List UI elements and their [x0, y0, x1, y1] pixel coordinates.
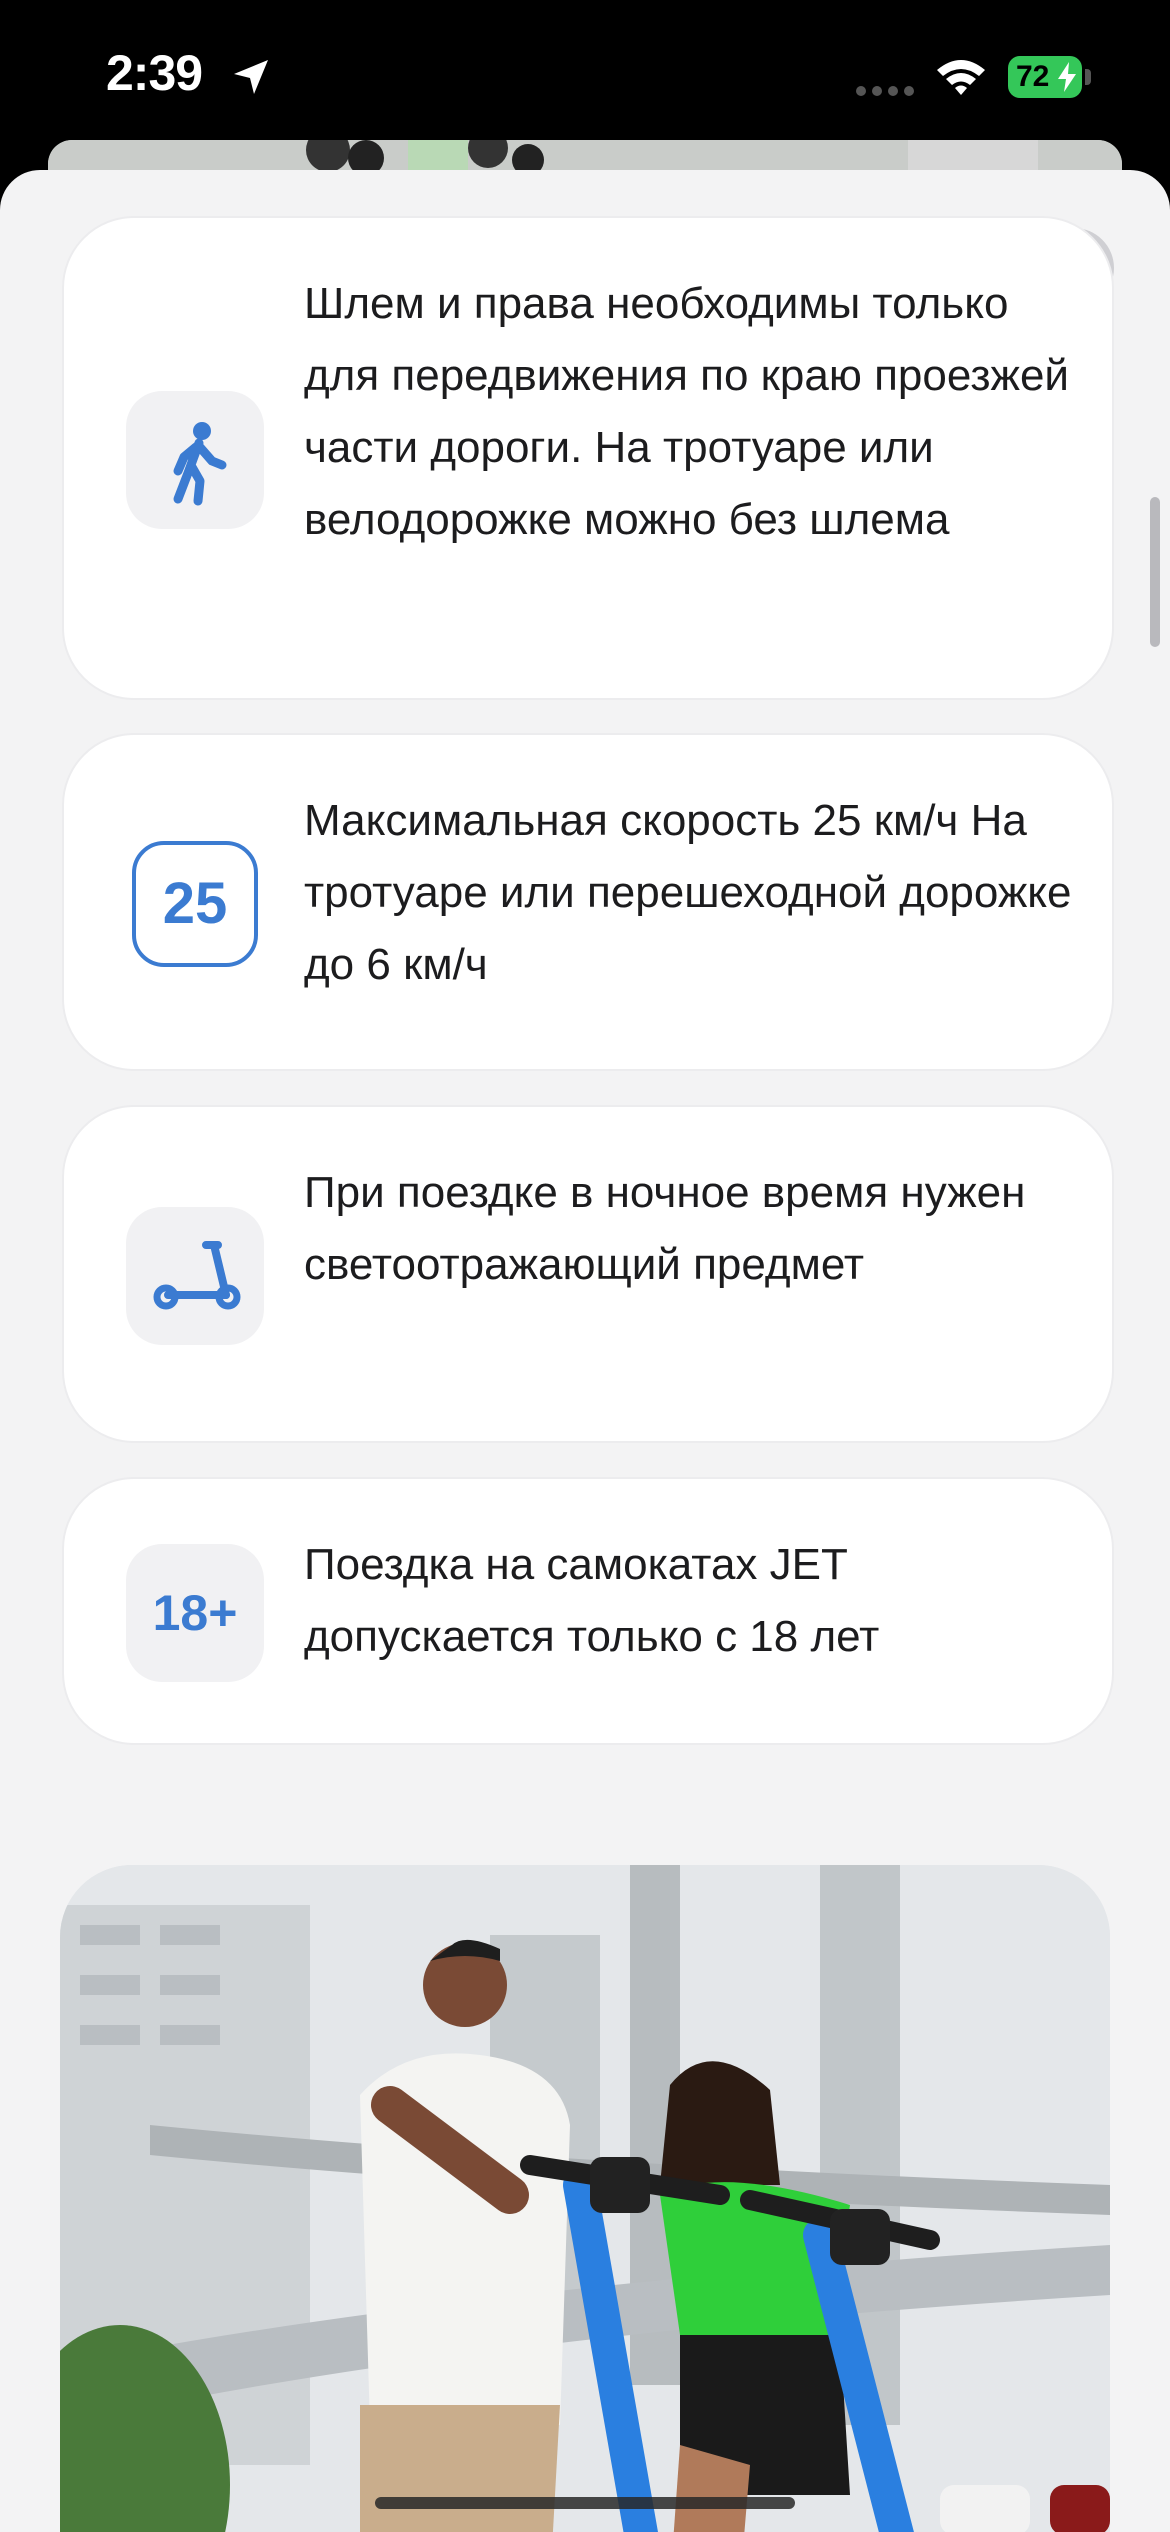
- cellular-signal-icon: [856, 86, 914, 96]
- icon-container: [126, 1207, 264, 1345]
- icon-container: [126, 391, 264, 529]
- rule-card-speed: 25 Максимальная скорость 25 км/ч На трот…: [62, 733, 1114, 1071]
- rule-card-helmet: Шлем и права необходимы только для перед…: [62, 216, 1114, 700]
- status-time: 2:39: [106, 45, 203, 101]
- home-indicator[interactable]: [375, 2497, 795, 2509]
- location-arrow-icon: [234, 60, 268, 94]
- charging-bolt-icon: [1058, 62, 1076, 92]
- age-limit-badge: 18+: [152, 1585, 238, 1641]
- scroll-indicator[interactable]: [1150, 497, 1160, 647]
- battery-tip: [1085, 69, 1091, 85]
- rule-text: При поездке в ночное время нужен светоот…: [304, 1168, 1026, 1289]
- speed-limit-badge: 25: [132, 841, 258, 967]
- rule-text: Поездка на самокатах JET допускается тол…: [304, 1540, 880, 1661]
- status-bar: 2:39 72: [0, 0, 1170, 150]
- promo-photo: [60, 1865, 1110, 2532]
- icon-container: 18+: [126, 1544, 264, 1682]
- promo-photo-illustration: [60, 1865, 1110, 2532]
- rule-card-night: При поездке в ночное время нужен светоот…: [62, 1105, 1114, 1443]
- scooter-icon: [153, 1241, 241, 1310]
- walking-person-icon: [173, 422, 227, 506]
- rule-card-age: 18+ Поездка на самокатах JET допускается…: [62, 1477, 1114, 1745]
- rule-text: Шлем и права необходимы только для перед…: [304, 279, 1069, 544]
- rules-sheet: Шлем и права необходимы только для перед…: [0, 170, 1170, 2532]
- wifi-icon: [937, 60, 985, 95]
- rule-text: Максимальная скорость 25 км/ч На тротуар…: [304, 796, 1072, 989]
